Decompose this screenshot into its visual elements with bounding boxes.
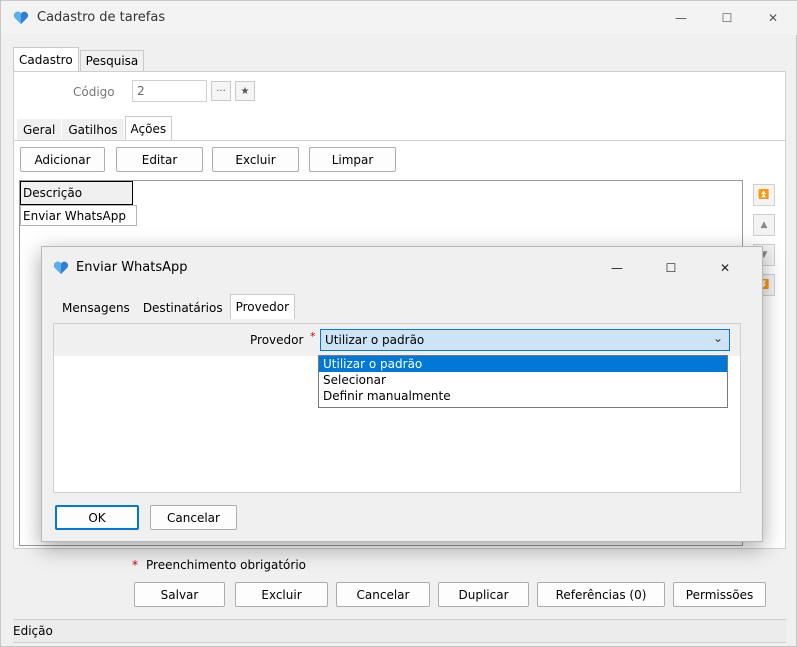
codigo-input[interactable]: 2 <box>132 80 207 102</box>
cancel-button[interactable]: Cancelar <box>336 582 430 607</box>
table-row[interactable]: Enviar WhatsApp <box>20 205 137 226</box>
required-note: Preenchimento obrigatório <box>146 558 306 572</box>
references-button[interactable]: Referências (0) <box>537 582 665 607</box>
provedor-select-value: Utilizar o padrão <box>325 333 425 347</box>
required-mark: * <box>132 558 138 572</box>
dialog-cancel-button[interactable]: Cancelar <box>150 505 237 530</box>
ok-button[interactable]: OK <box>55 505 139 530</box>
dialog-minimize-button[interactable]: — <box>594 251 640 285</box>
table-header-descricao[interactable]: Descrição <box>20 181 133 205</box>
option-definir-manualmente[interactable]: Definir manualmente <box>319 388 727 404</box>
provedor-select[interactable]: Utilizar o padrão ⌄ <box>320 329 730 351</box>
dialog-tabs: Mensagens Destinatários Provedor <box>56 294 296 319</box>
edit-action-button[interactable]: Editar <box>116 147 203 172</box>
save-button[interactable]: Salvar <box>134 582 225 607</box>
tab-geral[interactable]: Geral <box>17 119 62 141</box>
move-top-icon[interactable]: ⏫ <box>753 184 775 206</box>
dialog-title: Enviar WhatsApp <box>76 260 188 275</box>
tab-pesquisa[interactable]: Pesquisa <box>79 50 145 72</box>
delete-button[interactable]: Excluir <box>235 582 328 607</box>
close-button[interactable]: ✕ <box>750 1 796 35</box>
permissions-button[interactable]: Permissões <box>673 582 766 607</box>
codigo-label: Código <box>73 85 115 99</box>
minimize-button[interactable]: — <box>658 1 704 35</box>
clear-action-button[interactable]: Limpar <box>309 147 396 172</box>
provedor-label: Provedor <box>250 333 304 347</box>
option-selecionar[interactable]: Selecionar <box>319 372 727 388</box>
dialog-close-button[interactable]: ✕ <box>702 251 748 285</box>
duplicate-button[interactable]: Duplicar <box>438 582 529 607</box>
app-heart-icon <box>13 11 29 24</box>
window-title: Cadastro de tarefas <box>37 10 166 25</box>
tab-cadastro[interactable]: Cadastro <box>13 47 79 72</box>
dialog-maximize-button[interactable]: ☐ <box>648 251 694 285</box>
chevron-down-icon: ⌄ <box>712 331 723 345</box>
app-heart-icon <box>53 261 69 274</box>
maximize-button[interactable]: ☐ <box>704 1 750 35</box>
provedor-dropdown-list: Utilizar o padrão Selecionar Definir man… <box>318 355 728 408</box>
codigo-favorite-button[interactable]: ★ <box>235 81 255 101</box>
main-tabs: Cadastro Pesquisa <box>13 47 145 72</box>
delete-action-button[interactable]: Excluir <box>212 147 299 172</box>
tab-mensagens[interactable]: Mensagens <box>56 297 136 319</box>
provedor-panel: Provedor * Utilizar o padrão ⌄ <box>53 323 741 493</box>
tab-acoes[interactable]: Ações <box>124 116 173 141</box>
sub-tabs: Geral Gatilhos Ações <box>17 116 173 141</box>
provedor-required-mark: * <box>310 330 316 343</box>
status-bar: Edição <box>13 619 786 643</box>
option-utilizar-padrao[interactable]: Utilizar o padrão <box>319 356 727 372</box>
move-up-icon[interactable]: ▲ <box>753 214 775 236</box>
sub-tabs-divider <box>13 140 786 141</box>
tab-destinatarios[interactable]: Destinatários <box>136 297 229 319</box>
footer-area <box>13 549 786 579</box>
status-text: Edição <box>13 624 53 638</box>
codigo-lookup-button[interactable]: ··· <box>211 81 231 101</box>
tab-gatilhos[interactable]: Gatilhos <box>62 119 124 141</box>
add-action-button[interactable]: Adicionar <box>20 147 105 172</box>
tab-provedor[interactable]: Provedor <box>229 294 296 319</box>
title-bar: Cadastro de tarefas — ☐ ✕ <box>1 1 797 35</box>
